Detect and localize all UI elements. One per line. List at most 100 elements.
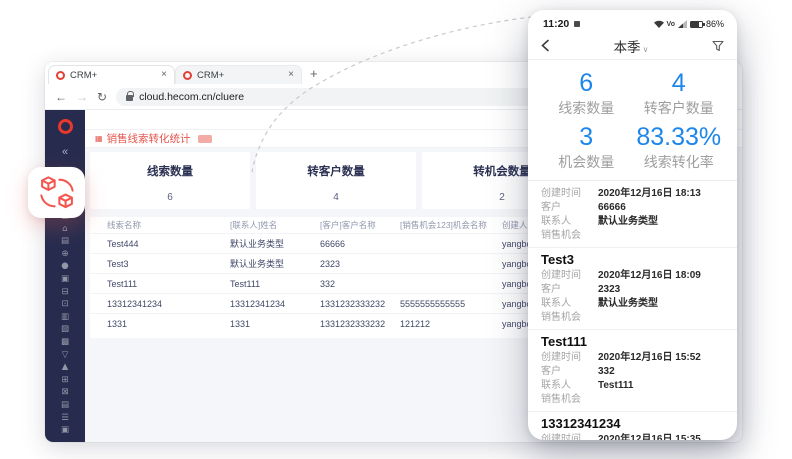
list-item[interactable]: 13312341234 创建时间2020年12月16日 15:35 xyxy=(541,416,724,440)
back-icon[interactable]: ← xyxy=(55,91,67,103)
page-tab[interactable]: ▦ 销售线索转化统计 xyxy=(95,131,212,146)
cell: 1331 xyxy=(230,319,320,329)
cell: 332 xyxy=(320,279,400,289)
stat-opportunities: 3 机会数量 xyxy=(540,122,633,172)
list-divider xyxy=(528,411,737,412)
stat-label: 机会数量 xyxy=(540,152,633,172)
field-label: 创建时间 xyxy=(541,433,598,440)
list-item[interactable]: Test111 创建时间2020年12月16日 15:52 客户332 联系人T… xyxy=(541,334,724,407)
cell: 1331232333232 xyxy=(320,299,400,309)
collapse-sidebar-icon[interactable]: « xyxy=(45,146,85,158)
battery-percent: 86% xyxy=(706,19,724,29)
browser-tab-1[interactable]: CRM+ × xyxy=(48,65,175,84)
column-header: [联系人]姓名 xyxy=(230,219,320,231)
forward-icon[interactable]: → xyxy=(76,91,88,103)
volte-icon: Vo xyxy=(667,21,675,28)
field-label: 创建时间 xyxy=(541,269,598,283)
stat-card-label: 线索数量 xyxy=(90,152,250,179)
lead-title: 13312341234 xyxy=(541,416,724,431)
cell: 13312341234 xyxy=(107,299,230,309)
lead-title: Test111 xyxy=(541,334,724,349)
page-title: 销售线索转化统计 xyxy=(107,131,191,146)
stat-value: 6 xyxy=(540,68,633,98)
reload-icon[interactable]: ↻ xyxy=(97,91,107,103)
lead-title: Test3 xyxy=(541,252,724,267)
cell: Test3 xyxy=(107,259,230,269)
list-item[interactable]: 创建时间2020年12月16日 18:13 客户66666 联系人默认业务类型 … xyxy=(541,187,724,243)
cell: 2323 xyxy=(320,259,400,269)
field-value: 66666 xyxy=(598,201,626,215)
field-label: 客户 xyxy=(541,201,598,215)
hecom-logo-icon[interactable] xyxy=(58,119,73,134)
list-item[interactable]: Test3 创建时间2020年12月16日 18:09 客户2323 联系人默认… xyxy=(541,252,724,325)
stat-customers: 4 转客户数量 xyxy=(633,68,726,118)
cell: Test444 xyxy=(107,239,230,249)
phone-stats-grid: 6 线索数量 4 转客户数量 3 机会数量 83.33% 线索转化率 xyxy=(528,60,737,180)
phone-status-bar: 11:20 Vo 86% xyxy=(528,10,737,32)
list-divider xyxy=(528,329,737,330)
tab-close-icon[interactable]: × xyxy=(288,70,294,80)
field-value: 2020年12月16日 15:35 xyxy=(598,433,701,440)
new-tab-button[interactable]: + xyxy=(310,66,318,81)
list-divider xyxy=(528,247,737,248)
field-label: 销售机会 xyxy=(541,311,598,325)
cell: 13312341234 xyxy=(230,299,320,309)
section-divider xyxy=(528,180,737,181)
filter-icon[interactable] xyxy=(712,40,724,52)
field-label: 销售机会 xyxy=(541,393,598,407)
field-label: 客户 xyxy=(541,283,598,297)
sync-cubes-icon xyxy=(38,175,76,211)
cell: 默认业务类型 xyxy=(230,257,320,270)
cell: Test111 xyxy=(107,279,230,289)
padlock-icon xyxy=(126,95,133,101)
stage: CRM+ × CRM+ × + ← → ↻ cloud.hecom.cn/clu… xyxy=(0,0,792,459)
stat-value: 3 xyxy=(540,122,633,152)
cell: 66666 xyxy=(320,239,400,249)
browser-tab-2[interactable]: CRM+ × xyxy=(175,65,302,84)
stat-card-value: 6 xyxy=(90,192,250,203)
period-selector[interactable]: 本季∨ xyxy=(550,36,712,56)
stat-card-customers: 转客户数量 4 xyxy=(256,152,416,209)
phone-lead-list: 创建时间2020年12月16日 18:13 客户66666 联系人默认业务类型 … xyxy=(528,187,737,440)
page-tab-badge xyxy=(198,135,212,143)
column-header: 线索名称 xyxy=(107,219,230,231)
tab-label: CRM+ xyxy=(197,70,283,81)
field-label: 联系人 xyxy=(541,297,598,311)
sidebar-icon-column[interactable]: ▦ ⌂ ▤ ⊕ ● ▣ ⊟ ⊡ ▥ ▨ ▩ ▽ ▲ ⊞ ⊠ ▤ ☰ ▣ xyxy=(45,210,85,437)
report-icon: ▦ xyxy=(95,135,103,143)
clock-text: 11:20 xyxy=(543,18,569,30)
phone-header: 本季∨ xyxy=(528,32,737,60)
phone-overlay: 11:20 Vo 86% 本季∨ xyxy=(528,10,737,440)
cell: Test111 xyxy=(230,279,320,289)
chevron-down-icon: ∨ xyxy=(643,45,649,54)
tab-label: CRM+ xyxy=(70,70,156,81)
wifi-icon xyxy=(654,20,664,28)
cell: 1331232333232 xyxy=(320,319,400,329)
url-text: cloud.hecom.cn/cluere xyxy=(139,91,244,103)
cell: 5555555555555 xyxy=(400,299,502,309)
field-label: 联系人 xyxy=(541,379,598,393)
column-header: [客户]客户名称 xyxy=(320,219,400,231)
site-favicon-icon xyxy=(56,71,65,80)
field-value: 2020年12月16日 15:52 xyxy=(598,351,701,365)
stat-label: 线索转化率 xyxy=(633,152,726,172)
cell: 1331 xyxy=(107,319,230,329)
stat-label: 转客户数量 xyxy=(633,98,726,118)
notification-icon xyxy=(574,21,580,27)
sync-logo-badge xyxy=(28,167,85,218)
stat-value: 4 xyxy=(633,68,726,98)
app-sidebar: « ▦ ⌂ ▤ ⊕ ● ▣ ⊟ ⊡ ▥ ▨ ▩ ▽ ▲ ⊞ ⊠ ▤ ☰ ▣ xyxy=(45,110,85,442)
field-value: 332 xyxy=(598,365,615,379)
tab-close-icon[interactable]: × xyxy=(161,70,167,80)
cell: 121212 xyxy=(400,319,502,329)
signal-icon xyxy=(678,20,687,28)
stat-conversion-rate: 83.33% 线索转化率 xyxy=(633,122,726,172)
stat-label: 线索数量 xyxy=(540,98,633,118)
field-value: 2323 xyxy=(598,283,620,297)
back-chevron-icon[interactable] xyxy=(541,39,550,52)
field-value: 默认业务类型 xyxy=(598,297,658,311)
site-favicon-icon xyxy=(183,71,192,80)
field-label: 客户 xyxy=(541,365,598,379)
field-value: 2020年12月16日 18:09 xyxy=(598,269,701,283)
field-label: 创建时间 xyxy=(541,351,598,365)
